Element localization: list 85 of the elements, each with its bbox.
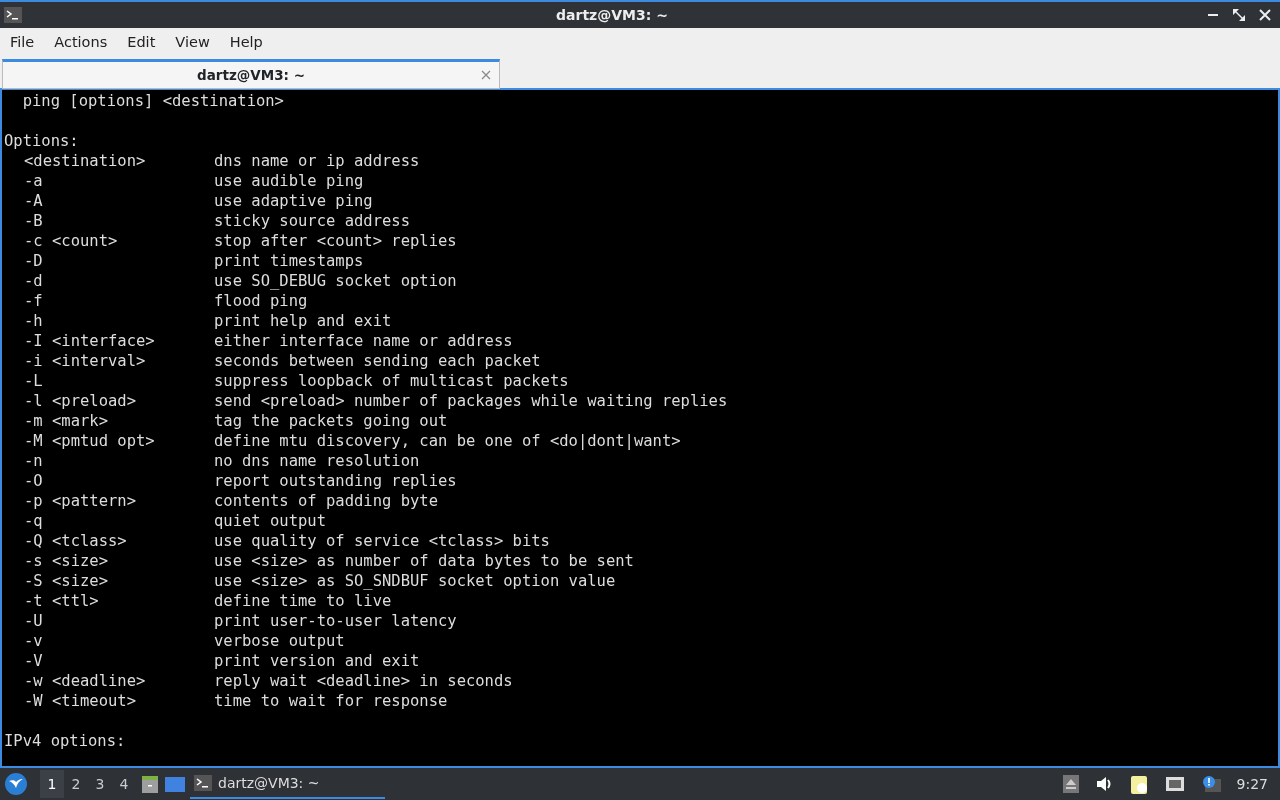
option-description: print help and exit (214, 311, 392, 331)
option-name: -B (24, 212, 43, 230)
option-description: use audible ping (214, 171, 364, 191)
option-description: time to wait for response (214, 691, 448, 711)
tab-label: dartz@VM3: ~ (197, 65, 305, 85)
option-description: send <preload> number of packages while waiting replies (214, 391, 728, 411)
option-name: -q (24, 512, 43, 530)
option-description: quiet output (214, 511, 326, 531)
workspace-button[interactable]: 1 (40, 770, 64, 798)
option-name: -h (24, 312, 43, 330)
option-description: define time to live (214, 591, 392, 611)
clipboard-icon[interactable] (1128, 774, 1149, 794)
taskbar-task[interactable]: dartz@VM3: ~ (190, 769, 385, 799)
option-description: use <size> as SO_SNDBUF socket option value (214, 571, 616, 591)
notification-icon[interactable] (1200, 775, 1221, 793)
option-name: -f (24, 292, 43, 310)
option-description: reply wait <deadline> in seconds (214, 671, 513, 691)
terminal-line: IPv4 options: (4, 732, 126, 750)
option-name: -v (24, 632, 43, 650)
option-name: -S <size> (24, 572, 108, 590)
option-description: report outstanding replies (214, 471, 457, 491)
option-name: -a (24, 172, 43, 190)
option-description: flood ping (214, 291, 308, 311)
option-description: print user-to-user latency (214, 611, 457, 631)
option-name: -Q <tclass> (24, 532, 127, 550)
option-name: -U (24, 612, 43, 630)
tab[interactable]: dartz@VM3: ~ (2, 59, 500, 89)
menu-item[interactable]: Help (219, 28, 273, 57)
option-name: -w <deadline> (24, 672, 146, 690)
option-description: no dns name resolution (214, 451, 420, 471)
terminal-icon (4, 7, 22, 23)
option-name: -p <pattern> (24, 492, 136, 510)
terminal-icon (194, 775, 212, 791)
eject-icon[interactable] (1062, 775, 1079, 793)
option-name: -s <size> (24, 552, 108, 570)
option-name: -c <count> (24, 232, 118, 250)
option-description: tag the packets going out (214, 411, 448, 431)
option-name: -L (24, 372, 43, 390)
option-description: contents of padding byte (214, 491, 438, 511)
option-description: use quality of service <tclass> bits (214, 531, 550, 551)
option-name: -A (24, 192, 43, 210)
speaker-icon[interactable] (1094, 776, 1113, 792)
option-description: either interface name or address (214, 331, 513, 351)
option-name: -n (24, 452, 43, 470)
option-description: print timestamps (214, 251, 364, 271)
clock: 9:27 (1236, 774, 1268, 794)
option-description: sticky source address (214, 211, 410, 231)
menu-item[interactable]: File (0, 28, 45, 57)
option-name: -I <interface> (24, 332, 155, 350)
option-name: <destination> (24, 152, 146, 170)
option-description: print version and exit (214, 651, 420, 671)
option-description: stop after <count> replies (214, 231, 457, 251)
option-name: -D (24, 252, 43, 270)
option-name: -t <ttl> (24, 592, 99, 610)
option-description: use <size> as number of data bytes to be sent (214, 551, 634, 571)
desktop-icon[interactable] (164, 775, 186, 793)
menu-item[interactable]: Edit (117, 28, 166, 57)
menu-item[interactable]: Actions (44, 28, 118, 57)
option-name: -i <interval> (24, 352, 146, 370)
option-name: -V (24, 652, 43, 670)
network-port-icon[interactable] (1164, 775, 1185, 793)
option-description: use SO_DEBUG socket option (214, 271, 457, 291)
option-description: define mtu discovery, can be one of <do|dont|want> (214, 431, 681, 451)
option-name: -O (24, 472, 43, 490)
terminal-line: Options: (4, 132, 79, 150)
menu-item[interactable]: View (165, 28, 220, 57)
workspace-button[interactable]: 2 (64, 770, 88, 798)
option-name: -W <timeout> (24, 692, 136, 710)
terminal-line: ping [options] <destination> (21, 92, 284, 110)
close-icon[interactable] (481, 70, 491, 80)
window-title: dartz@VM3: ~ (555, 5, 669, 25)
option-name: -M <pmtud opt> (24, 432, 155, 450)
option-name: -l <preload> (24, 392, 136, 410)
resize-arrows-icon (1233, 9, 1245, 21)
option-description: seconds between sending each packet (214, 351, 541, 371)
option-description: use adaptive ping (214, 191, 373, 211)
option-name: -d (24, 272, 43, 290)
close-icon (1259, 9, 1271, 21)
option-name: -m <mark> (24, 412, 108, 430)
option-description: suppress loopback of multicast packets (214, 371, 569, 391)
file-cabinet-icon[interactable] (140, 774, 160, 794)
option-description: dns name or ip address (214, 151, 420, 171)
workspace-button[interactable]: 4 (112, 770, 136, 798)
option-description: verbose output (214, 631, 345, 651)
workspace-button[interactable]: 3 (88, 770, 112, 798)
